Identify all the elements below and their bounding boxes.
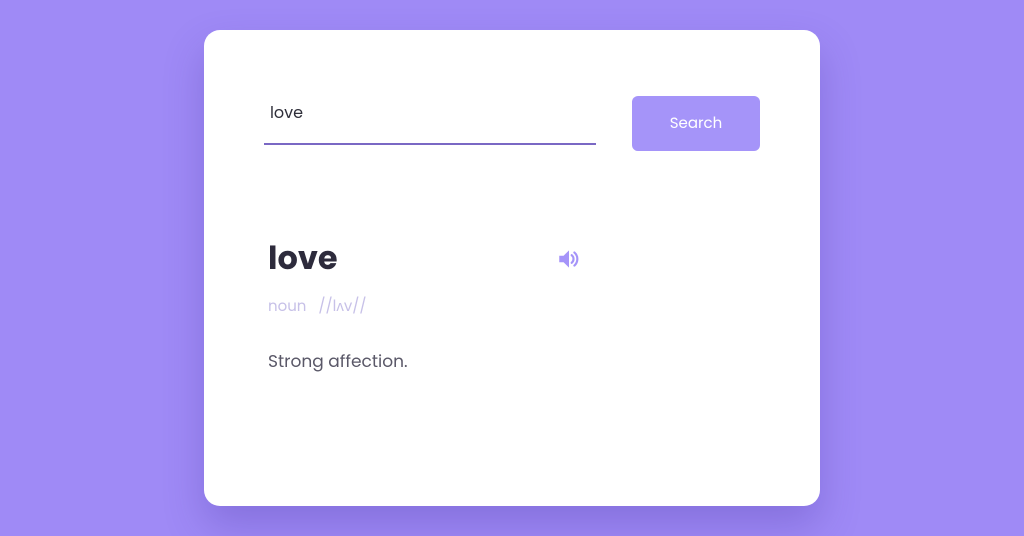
definition-text: Strong affection. <box>268 348 760 374</box>
dictionary-card: Search love noun //lʌv// Strong affectio… <box>204 30 820 506</box>
part-of-speech: noun <box>268 295 306 318</box>
search-input[interactable] <box>264 96 596 145</box>
word-title: love <box>268 235 338 283</box>
sound-icon[interactable] <box>556 246 582 272</box>
search-row: Search <box>264 96 760 151</box>
phonetic: //lʌv// <box>318 295 366 318</box>
meta-row: noun //lʌv// <box>268 295 760 318</box>
word-row: love <box>268 235 760 283</box>
result-block: love noun //lʌv// Strong affection. <box>264 235 760 374</box>
search-button[interactable]: Search <box>632 96 760 151</box>
